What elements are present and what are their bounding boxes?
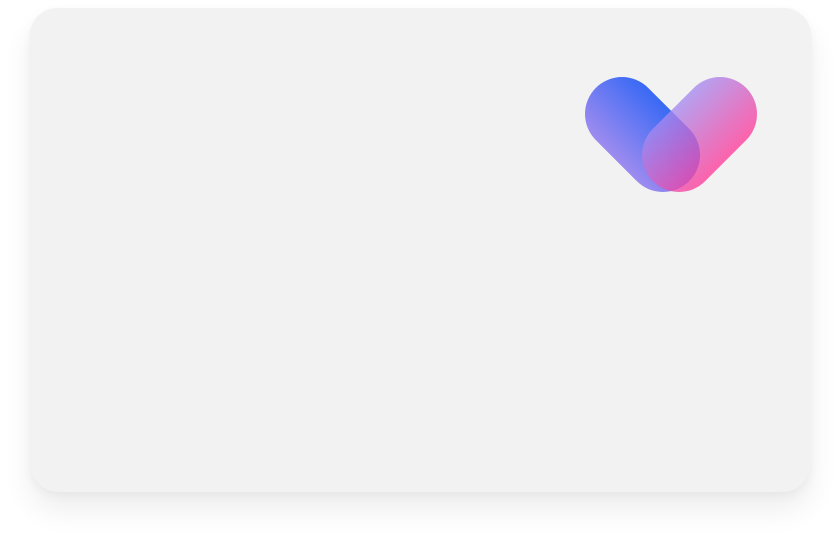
page	[0, 0, 840, 538]
heart-logo-icon	[582, 76, 758, 214]
blank-card	[30, 8, 811, 492]
